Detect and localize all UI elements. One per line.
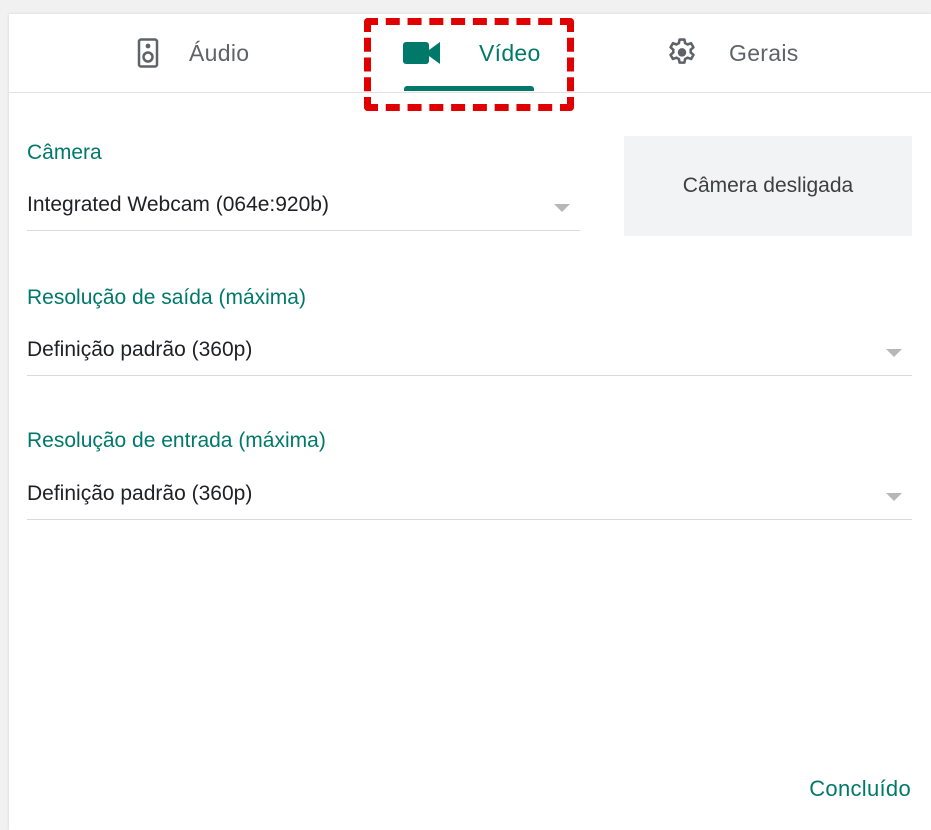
chevron-down-icon xyxy=(886,493,902,501)
receive-resolution-select[interactable]: Definição padrão (360p) xyxy=(27,469,912,520)
tab-general-label: Gerais xyxy=(729,39,799,66)
tab-video-label: Vídeo xyxy=(479,39,541,66)
tab-audio-label: Áudio xyxy=(189,39,250,66)
send-resolution-select[interactable]: Definição padrão (360p) xyxy=(27,325,912,376)
chevron-down-icon xyxy=(554,204,570,212)
speaker-icon xyxy=(137,38,159,68)
send-resolution-label: Resolução de saída (máxima) xyxy=(27,286,306,309)
tab-audio[interactable]: Áudio xyxy=(137,14,249,92)
receive-resolution-value: Definição padrão (360p) xyxy=(27,482,253,505)
camera-label: Câmera xyxy=(27,141,102,164)
done-button[interactable]: Concluído xyxy=(809,776,911,802)
camera-select[interactable]: Integrated Webcam (064e:920b) xyxy=(27,180,580,231)
camera-select-value: Integrated Webcam (064e:920b) xyxy=(27,193,329,216)
settings-dialog: Áudio Vídeo Gerais Câmera Integrated Web… xyxy=(9,14,931,830)
tab-bar: Áudio Vídeo Gerais xyxy=(9,14,931,93)
receive-resolution-label: Resolução de entrada (máxima) xyxy=(27,429,326,452)
camera-preview-text: Câmera desligada xyxy=(682,174,854,197)
videocam-icon xyxy=(403,40,441,66)
camera-preview: Câmera desligada xyxy=(624,136,912,236)
chevron-down-icon xyxy=(886,349,902,357)
gear-icon xyxy=(665,36,699,70)
active-tab-indicator xyxy=(404,86,534,91)
tab-general[interactable]: Gerais xyxy=(665,14,799,92)
tab-video[interactable]: Vídeo xyxy=(403,14,541,92)
send-resolution-value: Definição padrão (360p) xyxy=(27,338,253,361)
